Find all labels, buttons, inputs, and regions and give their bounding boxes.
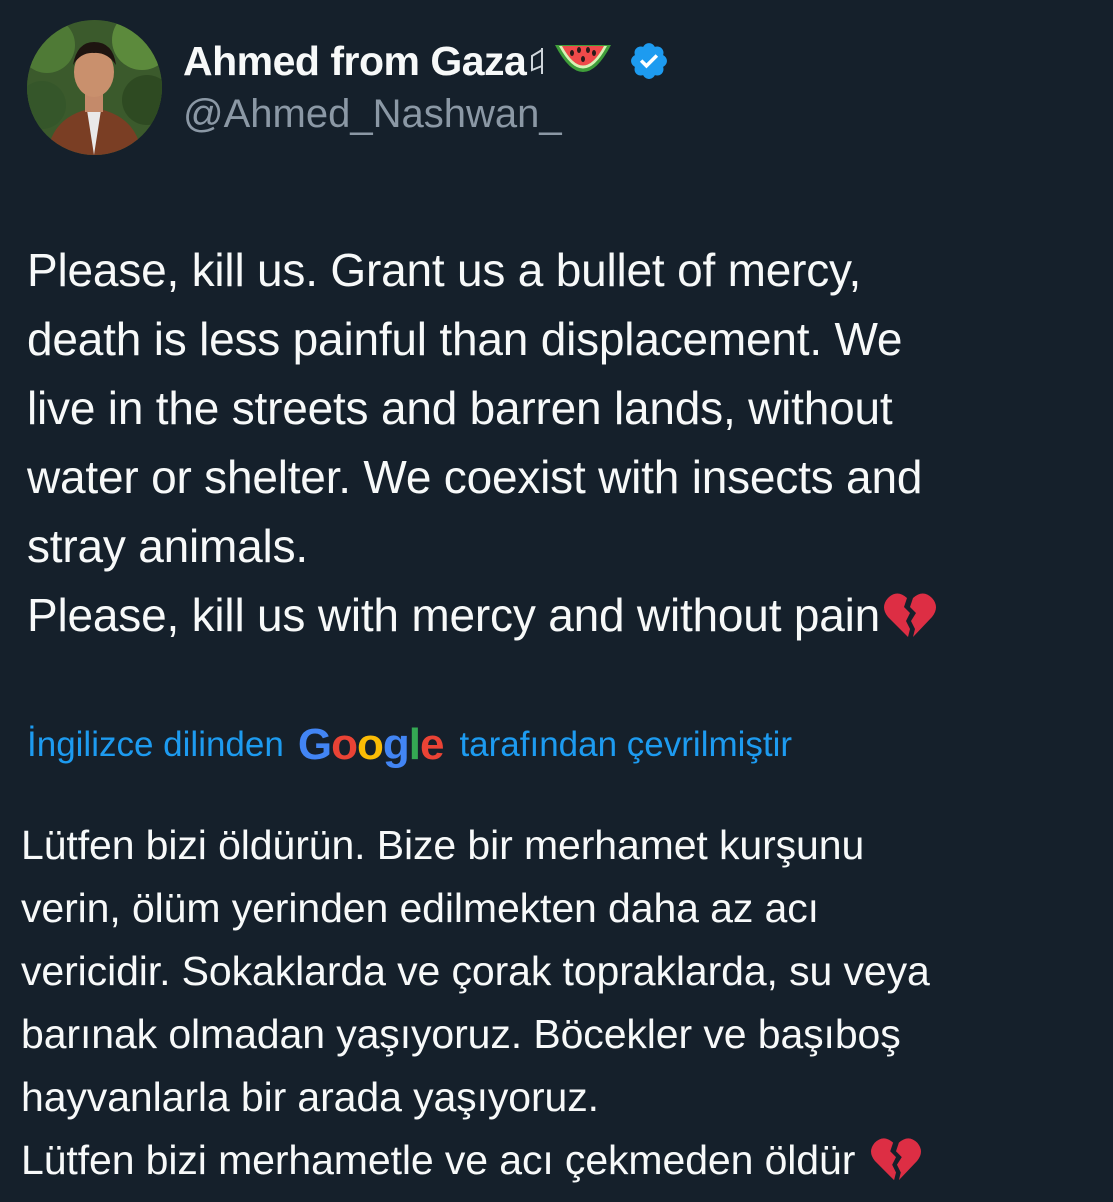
google-letter: o (356, 720, 384, 769)
translated-text: Lütfen bizi öldürün. Bize bir merhamet k… (21, 814, 1101, 1192)
tweet-card: Ahmed from Gaza @Ahmed_Nashwan_ Please, … (0, 0, 1113, 1200)
translation-prefix[interactable]: İngilizce dilinden (27, 725, 284, 765)
translation-suffix[interactable]: tarafından çevrilmiştir (459, 725, 792, 765)
translated-text-content: Lütfen bizi öldürün. Bize bir merhamet k… (21, 822, 930, 1183)
google-letter: g (382, 720, 410, 769)
author-display-name[interactable]: Ahmed from Gaza (183, 38, 527, 85)
author-handle[interactable]: @Ahmed_Nashwan_ (183, 92, 562, 137)
tweet-text: Please, kill us. Grant us a bullet of me… (27, 236, 1097, 650)
avatar[interactable] (27, 20, 162, 155)
avatar-photo (27, 20, 162, 155)
tweet-text-content: Please, kill us. Grant us a bullet of me… (27, 244, 923, 641)
google-letter: G (297, 720, 332, 769)
google-letter: e (419, 720, 445, 769)
author-name-row[interactable]: Ahmed from Gaza (183, 36, 670, 86)
broken-heart-icon (882, 589, 938, 641)
verified-badge-icon[interactable] (628, 40, 670, 82)
google-letter: l (408, 720, 421, 769)
broken-heart-icon (869, 1134, 923, 1184)
translation-attribution[interactable]: İngilizce dilinden Google tarafından çev… (27, 718, 792, 772)
flag-icon (528, 44, 546, 78)
watermelon-icon (552, 39, 614, 83)
google-logo: Google (297, 720, 445, 770)
google-letter: o (331, 720, 358, 769)
